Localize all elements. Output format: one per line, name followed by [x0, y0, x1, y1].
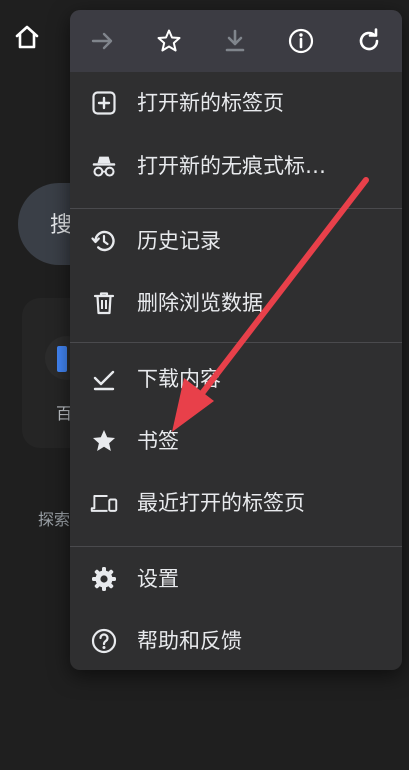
menu-item-label: 最近打开的标签页	[137, 491, 305, 515]
menu-item-new-tab[interactable]: 打开新的标签页	[70, 74, 402, 132]
menu-item-label: 历史记录	[137, 229, 221, 253]
menu-toolbar	[70, 10, 402, 72]
menu-item-settings[interactable]: 设置	[70, 550, 402, 608]
menu-item-recent-tabs[interactable]: 最近打开的标签页	[70, 474, 402, 532]
refresh-icon	[359, 28, 379, 51]
refresh-button[interactable]	[352, 24, 386, 58]
menu-item-label: 删除浏览数据	[137, 291, 263, 315]
page-info-button[interactable]	[284, 24, 318, 58]
menu-item-bookmarks[interactable]: 书签	[70, 412, 402, 470]
download-page-button[interactable]	[218, 24, 252, 58]
menu-divider	[70, 342, 402, 343]
forward-button[interactable]	[86, 24, 120, 58]
menu-item-label: 设置	[137, 567, 179, 591]
menu-divider	[70, 546, 402, 547]
bookmark-star-icon	[93, 430, 115, 451]
explore-text: 探索	[38, 510, 71, 529]
menu-item-history[interactable]: 历史记录	[70, 212, 402, 270]
incognito-icon	[92, 156, 116, 177]
menu-item-label: 下载内容	[137, 367, 221, 391]
help-icon	[91, 628, 117, 654]
menu-item-label: 打开新的无痕式标…	[137, 154, 326, 178]
download-icon	[225, 29, 245, 52]
shortcut-logo-icon	[57, 346, 67, 372]
menu-item-label: 打开新的标签页	[137, 91, 284, 115]
new-tab-icon	[92, 91, 116, 115]
menu-item-label: 帮助和反馈	[137, 629, 242, 653]
menu-item-downloads[interactable]: 下载内容	[70, 350, 402, 408]
menu-item-new-incognito-tab[interactable]: 打开新的无痕式标…	[70, 137, 402, 195]
star-outline-icon	[157, 29, 181, 52]
search-box-text: 搜	[50, 213, 73, 238]
bookmark-page-button[interactable]	[152, 24, 186, 58]
home-icon[interactable]	[12, 22, 42, 52]
menu-item-label: 书签	[137, 429, 179, 453]
menu-item-clear-browsing-data[interactable]: 删除浏览数据	[70, 274, 402, 332]
downloads-check-icon	[93, 370, 115, 391]
history-icon	[91, 230, 115, 252]
forward-arrow-icon	[91, 32, 113, 50]
menu-item-help-feedback[interactable]: 帮助和反馈	[70, 612, 402, 670]
browser-screen: 搜 百 探索 打开新的标签页 打开新的无痕式标… 历史记录 删除浏览数据 下载内…	[0, 0, 409, 770]
info-icon	[288, 28, 314, 54]
overflow-menu: 打开新的标签页 打开新的无痕式标… 历史记录 删除浏览数据 下载内容 书签 最近…	[70, 10, 402, 670]
trash-icon	[93, 292, 115, 315]
menu-divider	[70, 208, 402, 209]
recent-tabs-devices-icon	[90, 495, 118, 512]
gear-icon	[92, 567, 116, 591]
